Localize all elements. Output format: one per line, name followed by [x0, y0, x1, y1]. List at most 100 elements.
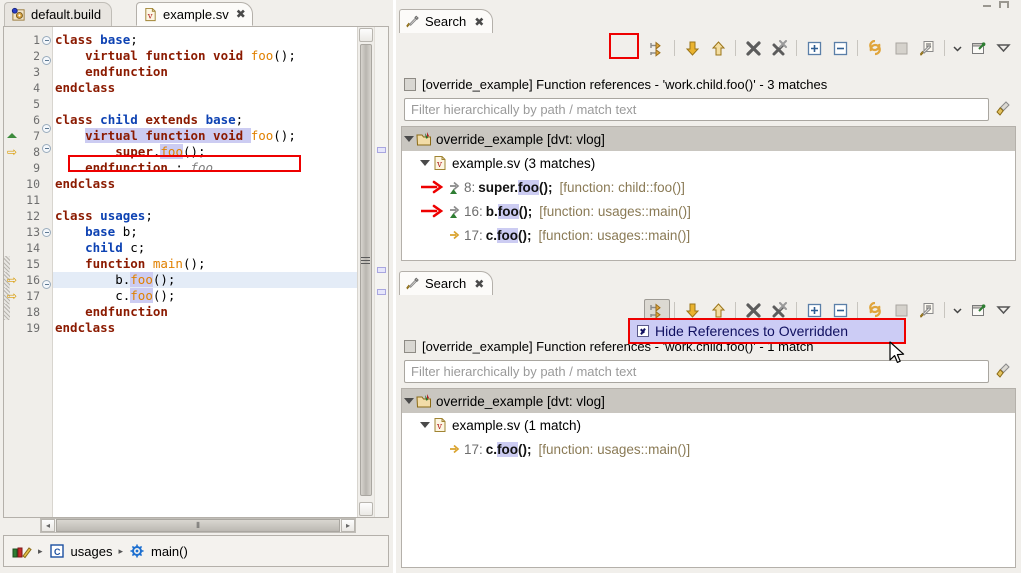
scroll-left-button[interactable]: ◂ — [41, 519, 55, 532]
minimize-icon[interactable] — [983, 5, 991, 7]
code-line[interactable]: endfunction : foo — [53, 160, 357, 176]
code-line[interactable]: class usages; — [53, 208, 357, 224]
search-bottom-results-tree[interactable]: override_example [dvt: vlog] v example.sv … — [401, 388, 1016, 568]
editor-vertical-scrollbar[interactable] — [357, 27, 375, 517]
gutter-marker-line-8[interactable]: ⇨ — [4, 144, 20, 160]
previous-search-history-button[interactable] — [914, 299, 940, 321]
implements-indicator-icon[interactable]: ⇨ — [5, 144, 19, 160]
editor-marker-bar[interactable]: ⇨ ⇨ ⇨ — [4, 27, 21, 517]
editor-overview-ruler[interactable] — [374, 27, 388, 517]
tree-file-row[interactable]: v example.sv (3 matches) — [402, 151, 1015, 175]
editor-horizontal-scrollbar[interactable]: ◂ ⦀ ▸ — [40, 518, 356, 533]
close-icon[interactable]: ✖ — [474, 277, 484, 291]
overview-marker[interactable] — [377, 289, 386, 295]
scroll-down-button[interactable] — [359, 502, 373, 516]
pin-search-view-button[interactable] — [965, 299, 991, 321]
clear-filter-broom-icon[interactable] — [995, 100, 1013, 118]
search-top-tab[interactable]: Search ✖ — [399, 9, 494, 33]
code-line[interactable]: endclass — [53, 80, 357, 96]
show-next-match-button[interactable] — [679, 37, 705, 59]
twisty-expanded-icon[interactable] — [418, 160, 432, 166]
gutter-marker-line-17[interactable]: ⇨ — [4, 288, 20, 304]
show-previous-match-button[interactable] — [705, 37, 731, 59]
folding-toggle-line-2[interactable] — [42, 56, 52, 72]
scroll-up-button[interactable] — [359, 28, 373, 42]
editor-tab-example-sv[interactable]: v example.sv ✖ — [136, 2, 253, 26]
tree-match-row[interactable]: 17: c. foo (); [function: usages::main()] — [402, 223, 1015, 247]
gutter-marker-line-16[interactable]: ⇨ — [4, 272, 20, 288]
tree-match-row[interactable]: 17: c. foo (); [function: usages::main()] — [402, 437, 1015, 461]
pin-search-view-button[interactable] — [965, 37, 991, 59]
override-indicator-icon[interactable] — [5, 128, 19, 144]
code-line[interactable]: endclass — [53, 320, 357, 336]
folding-toggle-line-1[interactable] — [42, 36, 52, 52]
code-line[interactable]: function main(); — [53, 256, 357, 272]
clear-filter-broom-icon[interactable] — [995, 362, 1013, 380]
view-menu-button[interactable] — [991, 37, 1015, 59]
cancel-current-search-button[interactable] — [888, 37, 914, 59]
view-menu-button[interactable] — [991, 299, 1015, 321]
tree-file-row[interactable]: v example.sv (1 match) — [402, 413, 1015, 437]
remove-all-matches-button[interactable] — [766, 37, 792, 59]
code-line[interactable]: child c; — [53, 240, 357, 256]
hide-references-to-overridden-menu-item[interactable]: Hide References to Overridden — [628, 318, 906, 344]
close-icon[interactable]: ✖ — [474, 15, 484, 29]
folding-toggle-line-15[interactable] — [42, 280, 52, 296]
function-gear-icon[interactable] — [129, 543, 145, 559]
source-library-icon[interactable] — [12, 543, 32, 559]
overview-marker[interactable] — [377, 267, 386, 273]
scroll-right-button[interactable]: ▸ — [341, 519, 355, 532]
previous-search-history-button[interactable] — [914, 37, 940, 59]
code-line[interactable]: endclass — [53, 176, 357, 192]
code-line[interactable]: endfunction — [53, 64, 357, 80]
code-line[interactable] — [53, 96, 357, 112]
hscrollbar-thumb[interactable]: ⦀ — [56, 519, 340, 532]
overview-marker[interactable] — [377, 147, 386, 153]
search-top-filter-input[interactable]: Filter hierarchically by path / match te… — [404, 97, 989, 121]
checkbox-icon[interactable] — [637, 325, 649, 337]
twisty-expanded-icon[interactable] — [418, 422, 432, 428]
tree-match-row[interactable]: 16: b. foo (); [function: usages::main()] — [402, 199, 1015, 223]
tree-root-row[interactable]: override_example [dvt: vlog] — [402, 127, 1015, 151]
search-bottom-tab[interactable]: Search ✖ — [399, 271, 494, 295]
run-current-search-again-button[interactable] — [862, 37, 888, 59]
tree-match-row[interactable]: 8: super. foo (); [function: child::foo()] — [402, 175, 1015, 199]
tree-root-row[interactable]: override_example [dvt: vlog] — [402, 389, 1015, 413]
remove-selected-matches-button — [745, 40, 761, 56]
expand-all-button[interactable] — [801, 37, 827, 59]
code-line[interactable]: class base; — [53, 32, 357, 48]
code-line[interactable]: virtual function void foo(); — [53, 128, 357, 144]
folding-toggle-line-6[interactable] — [42, 124, 52, 140]
folding-toggle-line-12[interactable] — [42, 228, 52, 244]
code-line[interactable]: endfunction — [53, 304, 357, 320]
expand-to-match-button[interactable] — [644, 37, 670, 59]
code-editor[interactable]: ⇨ ⇨ ⇨ 1 2 3 4 5 6 7 8 9 10 11 12 13 14 15 16 17 18 19 class … — [3, 26, 389, 518]
editor-tab-default-build[interactable]: default.build — [4, 2, 113, 26]
implements-indicator-icon[interactable]: ⇨ — [5, 288, 19, 304]
code-line[interactable] — [53, 192, 357, 208]
scrollbar-thumb[interactable] — [360, 44, 372, 496]
close-icon[interactable]: ✖ — [236, 8, 246, 20]
editor-code-area[interactable]: class base; virtual function void foo();… — [53, 27, 357, 517]
collapse-all-button[interactable] — [827, 37, 853, 59]
code-line[interactable]: super.foo(); — [53, 144, 357, 160]
folding-toggle-line-7[interactable] — [42, 144, 52, 160]
remove-selected-matches-button[interactable] — [740, 37, 766, 59]
code-line[interactable]: class child extends base; — [53, 112, 357, 128]
search-top-results-tree[interactable]: override_example [dvt: vlog] v example.sv … — [401, 126, 1016, 261]
implements-indicator-icon[interactable]: ⇨ — [5, 272, 19, 288]
editor-folding-bar[interactable] — [42, 27, 53, 517]
code-line[interactable]: virtual function void foo(); — [53, 48, 357, 64]
search-history-dropdown-button[interactable] — [949, 299, 965, 321]
code-line[interactable]: b.foo(); — [53, 272, 357, 288]
breadcrumb[interactable]: ▸ C usages ▸ main() — [3, 535, 389, 567]
search-history-dropdown-button[interactable] — [949, 37, 965, 59]
class-icon[interactable]: C — [49, 543, 65, 559]
breadcrumb-item-main[interactable]: main() — [151, 544, 188, 559]
twisty-expanded-icon[interactable] — [402, 398, 416, 404]
code-line[interactable]: base b; — [53, 224, 357, 240]
breadcrumb-item-usages[interactable]: usages — [71, 544, 113, 559]
code-line[interactable]: c.foo(); — [53, 288, 357, 304]
twisty-expanded-icon[interactable] — [402, 136, 416, 142]
gutter-marker-line-7[interactable] — [4, 128, 20, 144]
